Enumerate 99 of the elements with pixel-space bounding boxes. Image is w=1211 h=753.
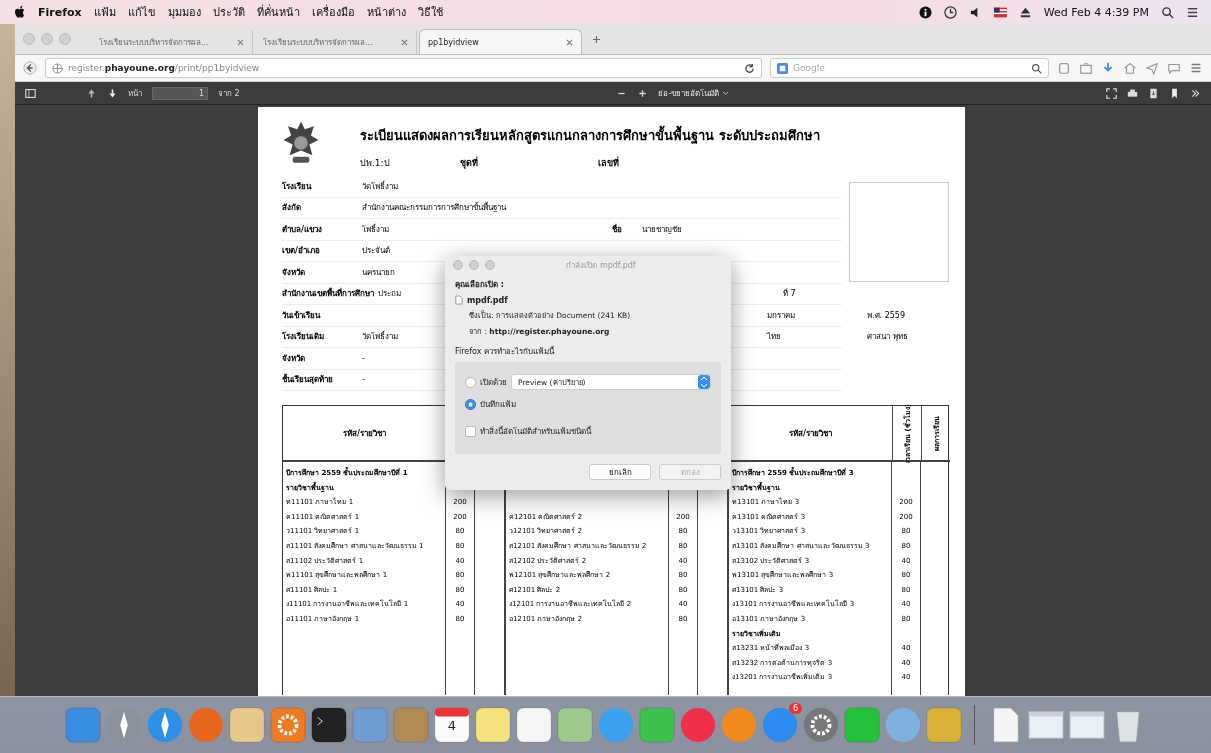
page-total: จาก 2	[218, 87, 240, 100]
address-field[interactable]: register.phayoune.org/print/pp1byidview	[45, 58, 762, 78]
option-label[interactable]: บันทึกแฟ้ม	[480, 398, 516, 411]
clock-icon[interactable]	[943, 5, 957, 19]
down-arrow-icon[interactable]	[107, 87, 118, 99]
field-value: -	[362, 353, 365, 363]
field-label: จังหวัด	[282, 352, 306, 365]
eject-icon[interactable]	[1018, 5, 1032, 19]
checkbox[interactable]	[465, 426, 476, 437]
briefcase-icon[interactable]	[1079, 61, 1093, 75]
clipboard-icon[interactable]	[1057, 61, 1071, 75]
field-value: ที่ 7	[783, 287, 797, 301]
search-icon[interactable]	[1031, 62, 1042, 74]
page-number-field[interactable]: 1	[152, 86, 208, 100]
search-icon[interactable]	[1161, 5, 1174, 19]
field-value: สำนักงานคณะกรรมการการศึกษาขั้นพื้นฐาน	[362, 203, 506, 213]
close-icon[interactable]	[237, 38, 244, 46]
field-value: โพธิ์งาม	[362, 224, 389, 234]
info-icon[interactable]	[918, 5, 932, 19]
column-header: รหัส/รายวิชา	[789, 427, 832, 440]
close-icon[interactable]	[401, 38, 408, 46]
dialog-title: กำลังเปิด mpdf.pdf	[566, 259, 636, 272]
checkbox-label[interactable]: ทำสิ่งนี้อัตโนมัติสำหรับแฟ้มชนิดนี้	[480, 425, 591, 438]
file-icon	[455, 295, 463, 305]
field-value: วัดโพธิ์งาม	[362, 181, 398, 191]
menu-item[interactable]: Firefox	[38, 5, 82, 19]
browser-tab[interactable]: pp1byidview	[419, 29, 582, 54]
field-value: ศาสนา พุทธ	[867, 331, 908, 344]
search-engine-icon[interactable]	[777, 62, 788, 74]
field-label: ตำบล/แขวง	[282, 223, 323, 236]
send-icon[interactable]	[1145, 61, 1159, 75]
menu-item[interactable]: หน้าต่าง	[366, 3, 406, 21]
browser-tab[interactable]: โรงเรียนระบบบริหารจัดการผล...	[91, 30, 253, 54]
up-arrow-icon[interactable]	[86, 87, 97, 99]
field-label: สังกัด	[282, 202, 302, 215]
field-label: เขต/อำเภอ	[282, 245, 321, 258]
radio-button[interactable]	[465, 376, 476, 388]
menu-item[interactable]: ที่คั่นหน้า	[256, 3, 300, 21]
document-code: ปพ.1:ป	[360, 157, 390, 170]
menu-item[interactable]: เครื่องมือ	[311, 3, 355, 21]
zoom-in-icon[interactable]	[637, 87, 649, 99]
dropdown-arrows-icon[interactable]	[698, 375, 710, 389]
field-label: ชั้นเรียนสุดท้าย	[282, 373, 334, 387]
gear-icon[interactable]	[269, 706, 307, 744]
field-label: ชื่อ	[612, 223, 623, 236]
field-label: สำนักงานเขตพื้นที่การศึกษา	[282, 287, 375, 301]
field-value: ประจันต์	[362, 246, 390, 256]
field-value: วัดโพธิ์งาม	[362, 332, 398, 342]
field-value: -	[362, 375, 365, 385]
double-chevron-icon[interactable]	[1190, 87, 1201, 99]
sidebar-icon[interactable]	[25, 87, 36, 99]
document-code: ชุดที่	[459, 156, 478, 170]
field-value: ไทย	[767, 331, 782, 344]
caret-icon	[722, 90, 730, 96]
back-icon[interactable]	[23, 61, 37, 75]
field-value: มกราคม	[767, 309, 796, 322]
page-label: หน้า	[128, 87, 142, 100]
menu-icon[interactable]	[1189, 61, 1203, 75]
new-tab-icon[interactable]	[592, 34, 601, 44]
field-value: นครนายก	[362, 267, 395, 277]
menu-item[interactable]: ประวัติ	[212, 3, 245, 21]
field-label: วันเข้าเรียน	[282, 309, 322, 322]
column-header: รหัส/รายวิชา	[343, 427, 386, 440]
dialog-button[interactable]: ยกเลิก	[589, 464, 651, 480]
radio-button[interactable]	[465, 399, 476, 410]
menu-item[interactable]: มุมมอง	[167, 3, 201, 21]
menu-item[interactable]: แฟ้ม	[93, 3, 116, 21]
flag-icon[interactable]	[993, 5, 1007, 19]
zoom-dropdown[interactable]: ย่อ-ขยายอัตโนมัติ	[658, 86, 730, 100]
reload-icon[interactable]	[744, 62, 755, 74]
field-value: ประถม	[378, 289, 401, 299]
field-label: โรงเรียน	[282, 180, 313, 193]
dialog-question: Firefox ควรทำอะไรกับแฟ้มนี้	[455, 345, 556, 358]
field-label: จังหวัด	[282, 266, 306, 279]
document-title: ระเบียนแสดงผลการเรียนหลักสูตรแกนกลางการศึกษาขั้นพื้นฐาน ระดับประถมศึกษา	[360, 125, 820, 146]
notification-badge: 6	[788, 703, 802, 714]
browser-tab[interactable]: โรงเรียนระบบบริหารจัดการผล...	[255, 30, 417, 54]
menu-clock[interactable]: Wed Feb 4 4:39 PM	[1043, 5, 1149, 19]
print-icon[interactable]	[1127, 87, 1138, 99]
field-value: พ.ศ. 2559	[867, 309, 905, 322]
compass-icon[interactable]	[146, 706, 184, 744]
close-icon[interactable]	[566, 38, 573, 46]
bookmark-icon[interactable]	[1169, 87, 1180, 99]
file-name: mpdf.pdf	[467, 295, 508, 305]
terminal-icon[interactable]	[310, 706, 348, 744]
dialog-text: คุณเลือกเปิด :	[455, 279, 505, 291]
apple-icon[interactable]	[14, 5, 26, 19]
calendar-icon[interactable]	[433, 706, 471, 744]
calendar-day: 4	[433, 718, 471, 733]
download-icon[interactable]	[1148, 87, 1159, 99]
fullscreen-icon[interactable]	[1106, 87, 1117, 99]
field-value: นายชาญชัย	[642, 223, 683, 236]
gear-icon[interactable]	[802, 706, 840, 744]
document-code: เลขที่	[597, 156, 619, 170]
field-label: โรงเรียนเดิม	[282, 330, 325, 344]
home-icon[interactable]	[1123, 61, 1137, 75]
option-label[interactable]: เปิดด้วย	[480, 375, 507, 389]
menu-item[interactable]: แก้ไข	[127, 3, 156, 21]
menu-item[interactable]: วิธีใช้	[417, 3, 443, 21]
